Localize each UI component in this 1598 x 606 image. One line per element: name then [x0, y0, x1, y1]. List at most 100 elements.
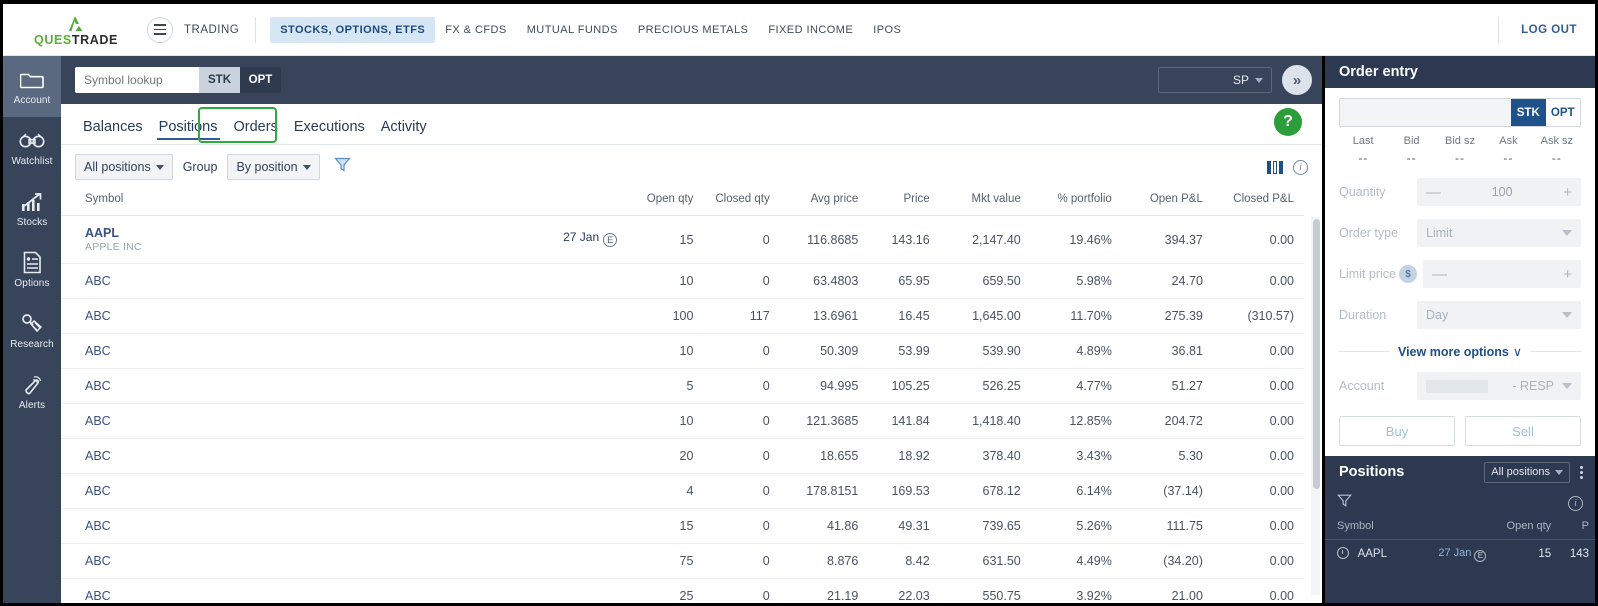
- logout-button[interactable]: LOG OUT: [1521, 24, 1577, 36]
- column-header-open-qty[interactable]: Open qty: [627, 189, 704, 216]
- table-row[interactable]: ABC 10 0 63.4803 65.95 659.50 5.98% 24.70 0.00: [61, 263, 1304, 299]
- limit-price-increment-icon[interactable]: +: [1563, 266, 1572, 283]
- order-entry-stk-toggle[interactable]: STK: [1511, 99, 1546, 126]
- search-opt-toggle[interactable]: OPT: [240, 67, 281, 93]
- duration-value: Day: [1426, 308, 1449, 322]
- tab-activity[interactable]: Activity: [373, 119, 435, 144]
- sidebar-item-research[interactable]: Research: [3, 300, 61, 361]
- buy-button[interactable]: Buy: [1339, 416, 1455, 446]
- table-scrollbar-thumb[interactable]: [1313, 219, 1320, 489]
- symbol-link[interactable]: AAPL: [85, 226, 119, 240]
- limit-price-decrement-icon[interactable]: —: [1432, 266, 1447, 283]
- symbol-link[interactable]: ABC: [85, 554, 111, 568]
- table-row[interactable]: ABC 20 0 18.655 18.92 378.40 3.43% 5.30 0.00: [61, 438, 1304, 474]
- account-dropdown[interactable]: - RESP: [1417, 372, 1581, 400]
- all-positions-filter-dropdown[interactable]: All positions: [75, 154, 173, 180]
- questrade-logo[interactable]: QUESTRADE: [17, 13, 135, 46]
- symbol-link[interactable]: ABC: [85, 589, 111, 603]
- sidebar-item-stocks[interactable]: Stocks: [3, 178, 61, 239]
- symbol-link[interactable]: ABC: [85, 274, 111, 288]
- column-header-closed-pl[interactable]: Closed P&L: [1212, 189, 1304, 216]
- chevron-down-icon: [1555, 469, 1563, 475]
- sidebar-item-account[interactable]: Account: [3, 56, 61, 117]
- column-header-avg-price[interactable]: Avg price: [779, 189, 869, 216]
- tab-executions[interactable]: Executions: [286, 119, 373, 144]
- symbol-link[interactable]: ABC: [85, 344, 111, 358]
- positions-toolbar: All positions Group By position i: [61, 145, 1322, 189]
- table-row[interactable]: ABC 10 0 50.309 53.99 539.90 4.89% 36.81 0.00: [61, 333, 1304, 369]
- nav-item-stocks-options-etfs[interactable]: STOCKS, OPTIONS, ETFS: [270, 16, 436, 43]
- column-header-closed-qty[interactable]: Closed qty: [703, 189, 780, 216]
- sidebar-item-options[interactable]: Options: [3, 239, 61, 300]
- symbol-link[interactable]: ABC: [85, 379, 111, 393]
- symbol-link[interactable]: ABC: [85, 449, 111, 463]
- columns-icon[interactable]: [1267, 160, 1283, 174]
- table-row[interactable]: ABC 75 0 8.876 8.42 631.50 4.49% (34.20) 0.00: [61, 543, 1304, 579]
- table-row[interactable]: ABC 25 0 21.19 22.03 550.75 3.92% 21.00 0.00: [61, 578, 1304, 603]
- nav-item-fx-cfds[interactable]: FX & CFDS: [435, 17, 517, 43]
- order-type-dropdown[interactable]: Limit: [1417, 219, 1581, 247]
- table-row[interactable]: ABC 4 0 178.8151 169.53 678.12 6.14% (37.14) 0.0…: [61, 473, 1304, 509]
- kebab-dot: [1580, 475, 1583, 479]
- column-header-symbol[interactable]: Symbol: [61, 189, 628, 216]
- view-more-options-row: View more options ∨: [1339, 344, 1581, 359]
- symbol-link[interactable]: ABC: [85, 414, 111, 428]
- filter-funnel-icon[interactable]: [1337, 493, 1352, 513]
- closed-pl-cell: 0.00: [1212, 368, 1304, 404]
- order-entry-opt-toggle[interactable]: OPT: [1545, 99, 1580, 126]
- sidebar-item-alerts[interactable]: Alerts: [3, 361, 61, 422]
- list-item[interactable]: AAPL 27 Jan E 15 143: [1325, 540, 1595, 569]
- chevron-down-icon: [1255, 77, 1263, 83]
- column-header-price[interactable]: Price: [868, 189, 940, 216]
- view-more-options-button[interactable]: View more options ∨: [1398, 344, 1522, 359]
- column-header-pct-portfolio[interactable]: % portfolio: [1030, 189, 1122, 216]
- hamburger-menu-icon[interactable]: [147, 16, 173, 43]
- main-content-panel: Balances Positions Orders Executions Act…: [61, 104, 1322, 603]
- filter-funnel-icon[interactable]: [333, 156, 351, 178]
- avg-price-cell: 41.86: [779, 508, 869, 544]
- nav-item-mutual-funds[interactable]: MUTUAL FUNDS: [517, 17, 628, 43]
- order-entry-symbol-input[interactable]: [1340, 99, 1511, 126]
- search-stk-toggle[interactable]: STK: [199, 67, 240, 93]
- info-icon[interactable]: i: [1568, 495, 1583, 511]
- mini-column-header-open-qty[interactable]: Open qty: [1492, 518, 1558, 540]
- help-icon[interactable]: ?: [1274, 108, 1302, 136]
- sell-button[interactable]: Sell: [1465, 416, 1581, 446]
- sidebar-item-watchlist[interactable]: Watchlist: [3, 117, 61, 178]
- quantity-stepper[interactable]: — 100 +: [1417, 178, 1581, 206]
- nav-item-precious-metals[interactable]: PRECIOUS METALS: [628, 17, 758, 43]
- tab-positions[interactable]: Positions: [151, 119, 226, 144]
- trading-label: TRADING: [184, 16, 257, 43]
- open-qty-cell: 15: [627, 508, 704, 544]
- quantity-increment-icon[interactable]: +: [1563, 184, 1572, 201]
- column-header-mkt-value[interactable]: Mkt value: [939, 189, 1031, 216]
- duration-dropdown[interactable]: Day: [1417, 301, 1581, 329]
- group-by-dropdown[interactable]: By position: [227, 154, 320, 180]
- table-row[interactable]: ABC 100 117 13.6961 16.45 1,645.00 11.70% 275.3…: [61, 298, 1304, 334]
- tab-balances[interactable]: Balances: [75, 119, 151, 144]
- info-icon[interactable]: i: [1293, 159, 1308, 175]
- nav-item-ipos[interactable]: IPOS: [863, 17, 911, 43]
- table-row[interactable]: AAPL APPLE INC 27 Jan E 15 0 116.8685 143.16 2,1…: [61, 215, 1304, 264]
- positions-panel-menu-icon[interactable]: [1578, 464, 1585, 481]
- table-row[interactable]: ABC 10 0 121.3685 141.84 1,418.40 12.85% 204.72…: [61, 403, 1304, 439]
- nav-item-fixed-income[interactable]: FIXED INCOME: [758, 17, 863, 43]
- account-selector-dropdown[interactable]: SP: [1158, 67, 1272, 93]
- expand-panel-button[interactable]: »: [1282, 65, 1312, 95]
- symbol-search-input[interactable]: [75, 67, 199, 93]
- table-row[interactable]: ABC 15 0 41.86 49.31 739.65 5.26% 111.75 0.00: [61, 508, 1304, 544]
- quantity-decrement-icon[interactable]: —: [1426, 184, 1441, 201]
- column-header-open-pl[interactable]: Open P&L: [1121, 189, 1213, 216]
- symbol-link[interactable]: ABC: [85, 484, 111, 498]
- mini-column-header-price[interactable]: P: [1557, 518, 1595, 540]
- mini-column-header-symbol[interactable]: Symbol: [1325, 518, 1493, 540]
- limit-price-stepper[interactable]: — +: [1423, 260, 1581, 288]
- tab-orders[interactable]: Orders: [226, 119, 286, 144]
- symbol-link[interactable]: ABC: [85, 309, 111, 323]
- table-row[interactable]: ABC 5 0 94.995 105.25 526.25 4.77% 51.27 0.00: [61, 368, 1304, 404]
- pct-portfolio-cell: 5.98%: [1030, 263, 1122, 299]
- positions-panel-filter-dropdown[interactable]: All positions: [1484, 461, 1570, 483]
- mini-symbol[interactable]: AAPL: [1358, 548, 1387, 560]
- closed-pl-cell: 0.00: [1212, 508, 1304, 544]
- symbol-link[interactable]: ABC: [85, 519, 111, 533]
